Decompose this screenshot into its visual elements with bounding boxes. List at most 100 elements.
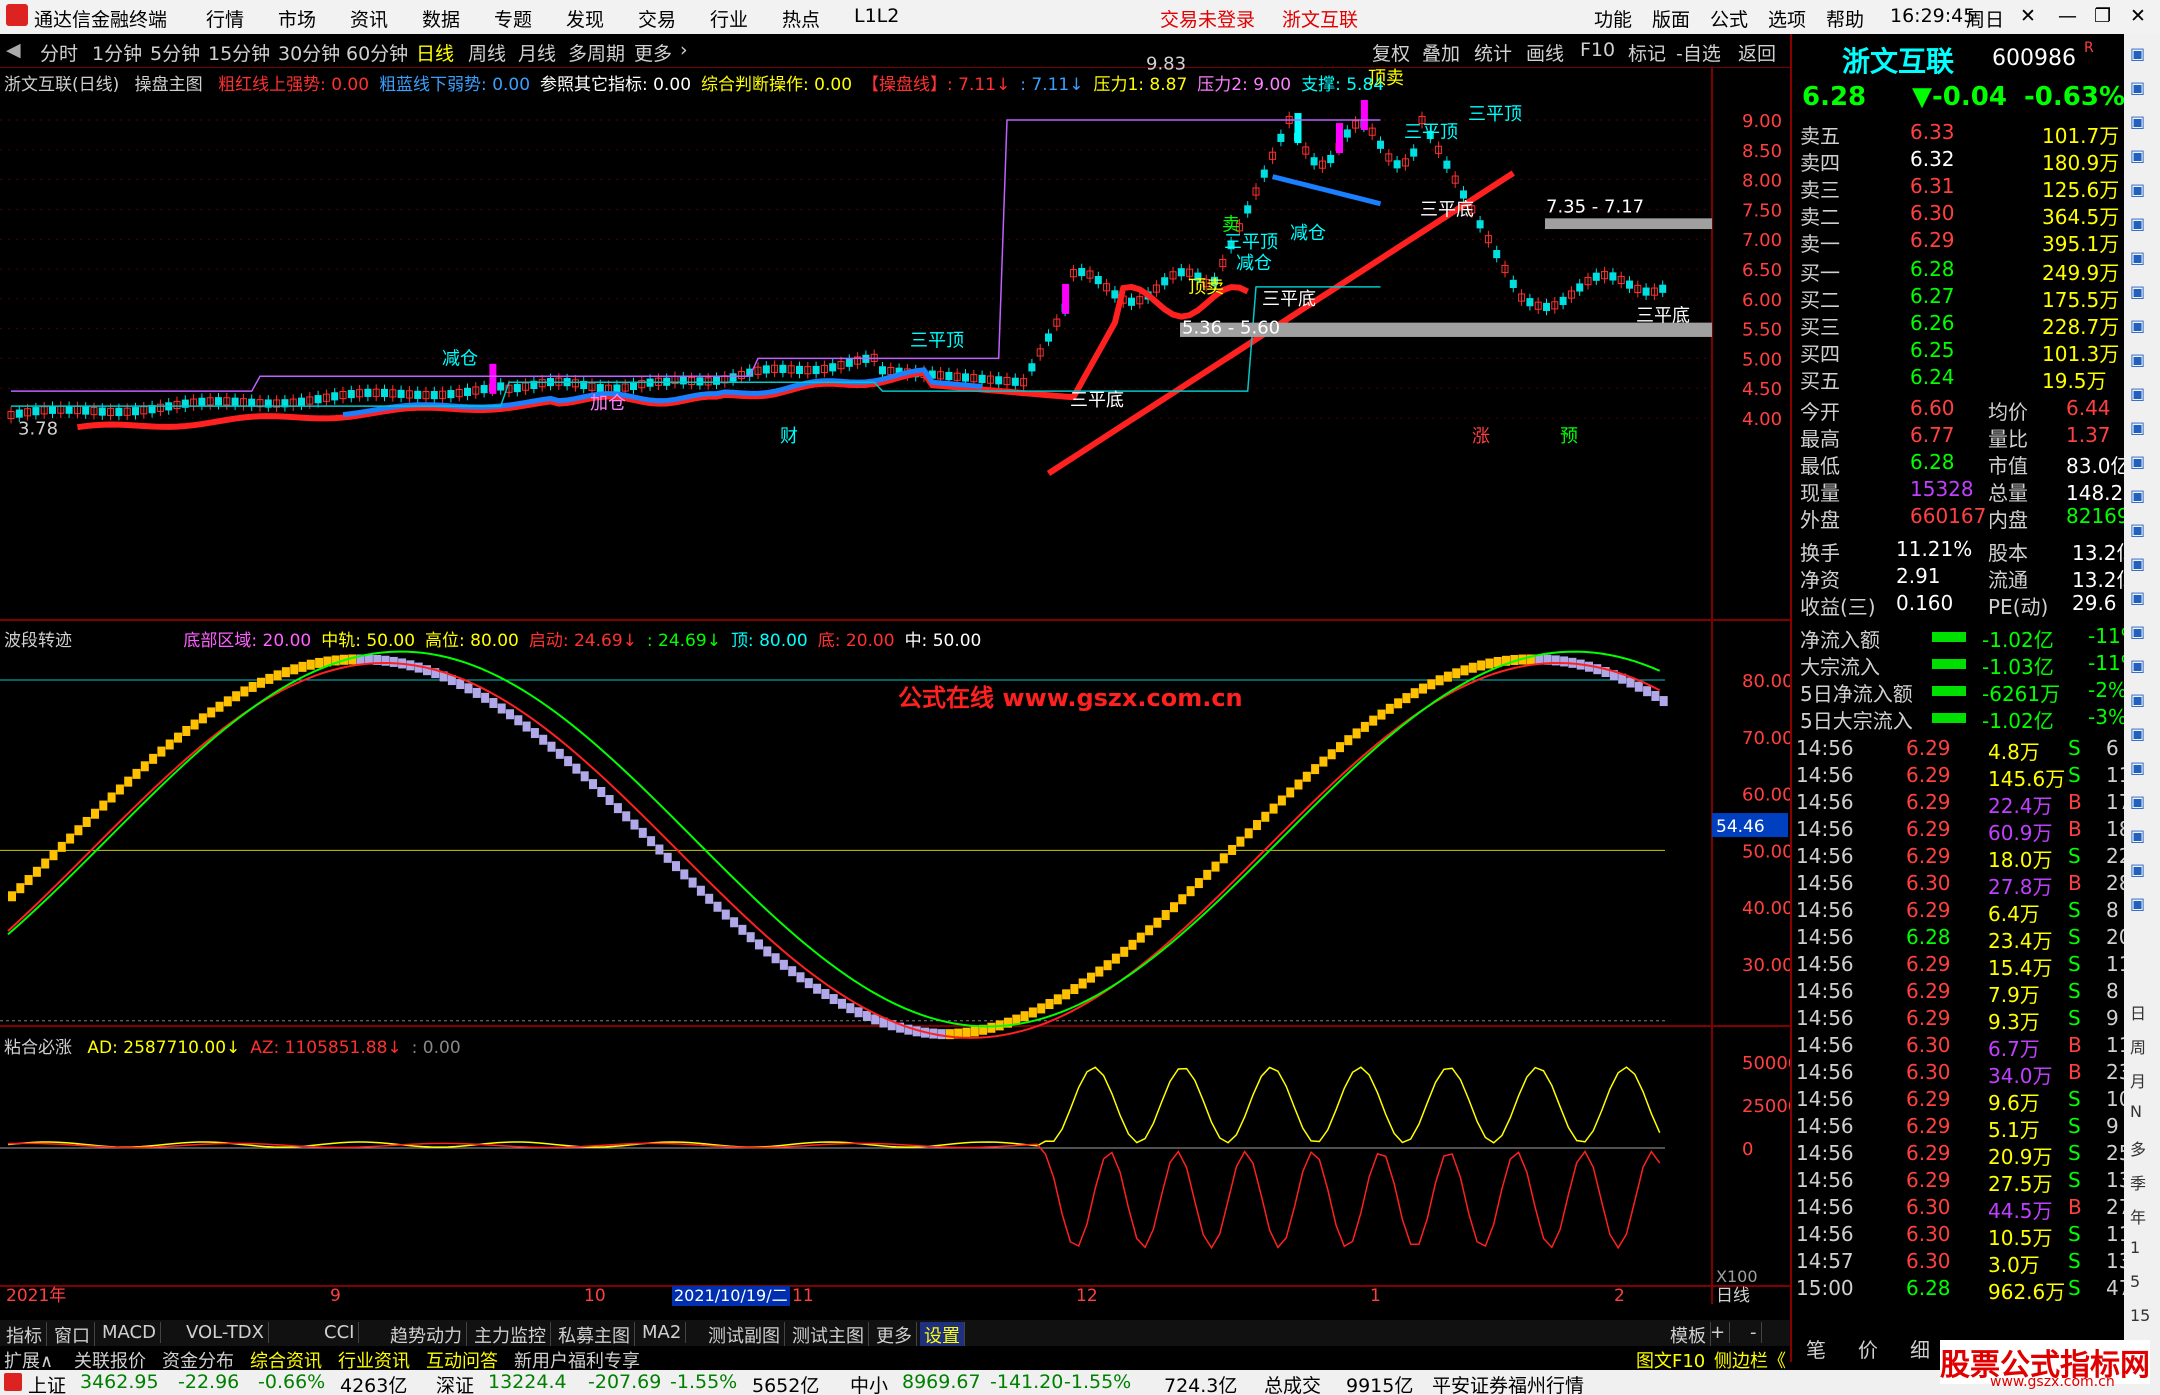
candle-body[interactable] bbox=[397, 389, 405, 398]
candle-body[interactable] bbox=[995, 376, 1003, 385]
flow-row[interactable]: 大宗流入 -1.03亿 -11% bbox=[1792, 651, 2160, 679]
side-icon[interactable]: ▣ bbox=[2130, 248, 2145, 267]
candle-body[interactable] bbox=[248, 398, 256, 407]
side-icon[interactable]: ▣ bbox=[2130, 146, 2145, 165]
candle-body[interactable] bbox=[331, 392, 339, 401]
tick-row[interactable]: 14:56 6.29 20.9万 S 25 bbox=[1792, 1141, 2160, 1169]
side-tool[interactable]: 周 bbox=[2130, 1034, 2146, 1058]
menu-layout[interactable]: 版面 bbox=[1652, 5, 1690, 32]
candle-body[interactable] bbox=[1277, 133, 1285, 142]
restore-icon[interactable]: ❐ bbox=[2094, 5, 2111, 27]
tick-row[interactable]: 14:56 6.29 5.1万 S 9 bbox=[1792, 1114, 2160, 1142]
candle-body[interactable] bbox=[1509, 279, 1517, 288]
indicator-tab[interactable]: 主力监控 bbox=[470, 1322, 551, 1348]
login-status[interactable]: 交易未登录 bbox=[1160, 5, 1255, 32]
candle-body[interactable] bbox=[1493, 250, 1501, 259]
candle-body[interactable] bbox=[497, 382, 505, 391]
side-icon[interactable]: ▣ bbox=[2130, 78, 2145, 97]
candle-body[interactable] bbox=[1526, 298, 1534, 307]
side-icon[interactable]: ▣ bbox=[2130, 520, 2145, 539]
side-icon[interactable]: ▣ bbox=[2130, 316, 2145, 335]
tick-row[interactable]: 14:56 6.28 23.4万 S 20 bbox=[1792, 925, 2160, 953]
side-icon[interactable]: ▣ bbox=[2130, 452, 2145, 471]
side-tool[interactable]: 月 bbox=[2130, 1068, 2146, 1092]
signal-candle[interactable] bbox=[1062, 283, 1070, 314]
candle-body[interactable] bbox=[845, 358, 853, 367]
side-tool[interactable]: 5 bbox=[2130, 1272, 2140, 1291]
tick-row[interactable]: 14:57 6.30 3.0万 S 13 bbox=[1792, 1249, 2160, 1277]
indicator-tab[interactable]: MA2 bbox=[638, 1322, 687, 1343]
candle-body[interactable] bbox=[132, 407, 139, 416]
indicator-tab[interactable]: MACD bbox=[98, 1322, 161, 1343]
signal-candle[interactable] bbox=[1336, 123, 1343, 154]
flow-row[interactable]: 5日大宗流入 -1.02亿 -3% bbox=[1792, 705, 2160, 733]
candle-body[interactable] bbox=[762, 365, 770, 374]
candle-body[interactable] bbox=[49, 405, 56, 414]
indicator-tab[interactable]: 指标 bbox=[2, 1322, 47, 1348]
side-icon[interactable]: ▣ bbox=[2130, 384, 2145, 403]
candle-body[interactable] bbox=[1659, 284, 1667, 293]
tick-row[interactable]: 14:56 6.29 15.4万 S 11 bbox=[1792, 952, 2160, 980]
side-icon[interactable]: ▣ bbox=[2130, 860, 2145, 879]
side-tool[interactable]: 1 bbox=[2130, 1238, 2140, 1257]
candle-body[interactable] bbox=[347, 389, 355, 399]
tick-row[interactable]: 14:566.29145.6万S115 bbox=[1792, 763, 2160, 791]
side-tool[interactable]: 年 bbox=[2130, 1204, 2146, 1228]
tab-action[interactable]: + bbox=[1706, 1322, 1731, 1343]
candle-body[interactable] bbox=[945, 371, 953, 381]
tick-row[interactable]: 14:56 6.29 60.9万 B 18 bbox=[1792, 817, 2160, 845]
menu-industry[interactable]: 行业 bbox=[710, 5, 748, 32]
stat-row[interactable]: 现量 15328 总量 148.2万 bbox=[1792, 477, 2160, 505]
ask-row[interactable]: 卖四 6.32 180.9万 bbox=[1792, 147, 2160, 175]
menu-data[interactable]: 数据 bbox=[422, 5, 460, 32]
close-small-icon[interactable]: ✕ bbox=[2020, 5, 2036, 27]
candle-body[interactable] bbox=[198, 397, 206, 406]
side-icon[interactable]: ▣ bbox=[2130, 112, 2145, 131]
candle-body[interactable] bbox=[1111, 290, 1119, 299]
candle-body[interactable] bbox=[464, 387, 471, 396]
side-icon[interactable]: ▣ bbox=[2130, 894, 2145, 913]
side-icon[interactable]: ▣ bbox=[2130, 180, 2145, 199]
indicator-tab[interactable]: 更多 bbox=[872, 1322, 917, 1348]
side-icon[interactable]: ▣ bbox=[2130, 214, 2145, 233]
side-icon[interactable]: ▣ bbox=[2130, 350, 2145, 369]
ask-row[interactable]: 卖五 6.33 101.7万 bbox=[1792, 120, 2160, 148]
indicator-tab[interactable]: 测试主图 bbox=[788, 1322, 869, 1348]
candle-body[interactable] bbox=[430, 391, 438, 400]
candle-body[interactable] bbox=[962, 373, 969, 382]
tick-row[interactable]: 14:56 6.29 4.8万 S 6 bbox=[1792, 736, 2160, 764]
menu-hot[interactable]: 热点 bbox=[782, 5, 820, 32]
candle-body[interactable] bbox=[1128, 297, 1135, 306]
candle-body[interactable] bbox=[447, 390, 455, 399]
side-icon[interactable]: ▣ bbox=[2130, 282, 2145, 301]
candle-body[interactable] bbox=[98, 407, 106, 416]
indicator-tab[interactable]: 窗口 bbox=[50, 1322, 95, 1348]
bid-row[interactable]: 买五 6.24 19.5万 bbox=[1792, 365, 2160, 393]
candle-body[interactable] bbox=[1161, 277, 1169, 286]
candle-body[interactable] bbox=[1592, 272, 1600, 281]
indicator-tab[interactable]: VOL-TDX bbox=[182, 1322, 269, 1343]
bid-row[interactable]: 买三 6.26 228.7万 bbox=[1792, 311, 2160, 339]
zx-name[interactable]: 中小 bbox=[850, 1371, 888, 1395]
tick-row[interactable]: 14:56 6.30 10.5万 S 11 bbox=[1792, 1222, 2160, 1250]
candle-body[interactable] bbox=[1011, 377, 1019, 386]
side-icon[interactable]: ▣ bbox=[2130, 724, 2145, 743]
side-tool[interactable]: N bbox=[2130, 1102, 2142, 1121]
menu-quote[interactable]: 行情 bbox=[206, 5, 244, 32]
candle-body[interactable] bbox=[480, 385, 488, 394]
side-icon[interactable]: ▣ bbox=[2130, 656, 2145, 675]
tick-row[interactable]: 14:56 6.29 22.4万 B 17 bbox=[1792, 790, 2160, 818]
candle-body[interactable] bbox=[1310, 157, 1318, 166]
candle-body[interactable] bbox=[231, 397, 239, 406]
candle-body[interactable] bbox=[1476, 220, 1484, 229]
tick-row[interactable]: 15:006.28962.6万S470 bbox=[1792, 1276, 2160, 1304]
side-icon[interactable]: ▣ bbox=[2130, 44, 2145, 63]
candle-body[interactable] bbox=[1642, 287, 1650, 296]
side-tool[interactable]: 15 bbox=[2130, 1306, 2150, 1325]
side-icon[interactable]: ▣ bbox=[2130, 554, 2145, 573]
menu-topic[interactable]: 专题 bbox=[494, 5, 532, 32]
candle-body[interactable] bbox=[613, 384, 621, 393]
tick-row[interactable]: 14:56 6.30 27.8万 B 28 bbox=[1792, 871, 2160, 899]
tick-row[interactable]: 14:56 6.29 7.9万 S 8 bbox=[1792, 979, 2160, 1007]
side-icon[interactable]: ▣ bbox=[2130, 622, 2145, 641]
